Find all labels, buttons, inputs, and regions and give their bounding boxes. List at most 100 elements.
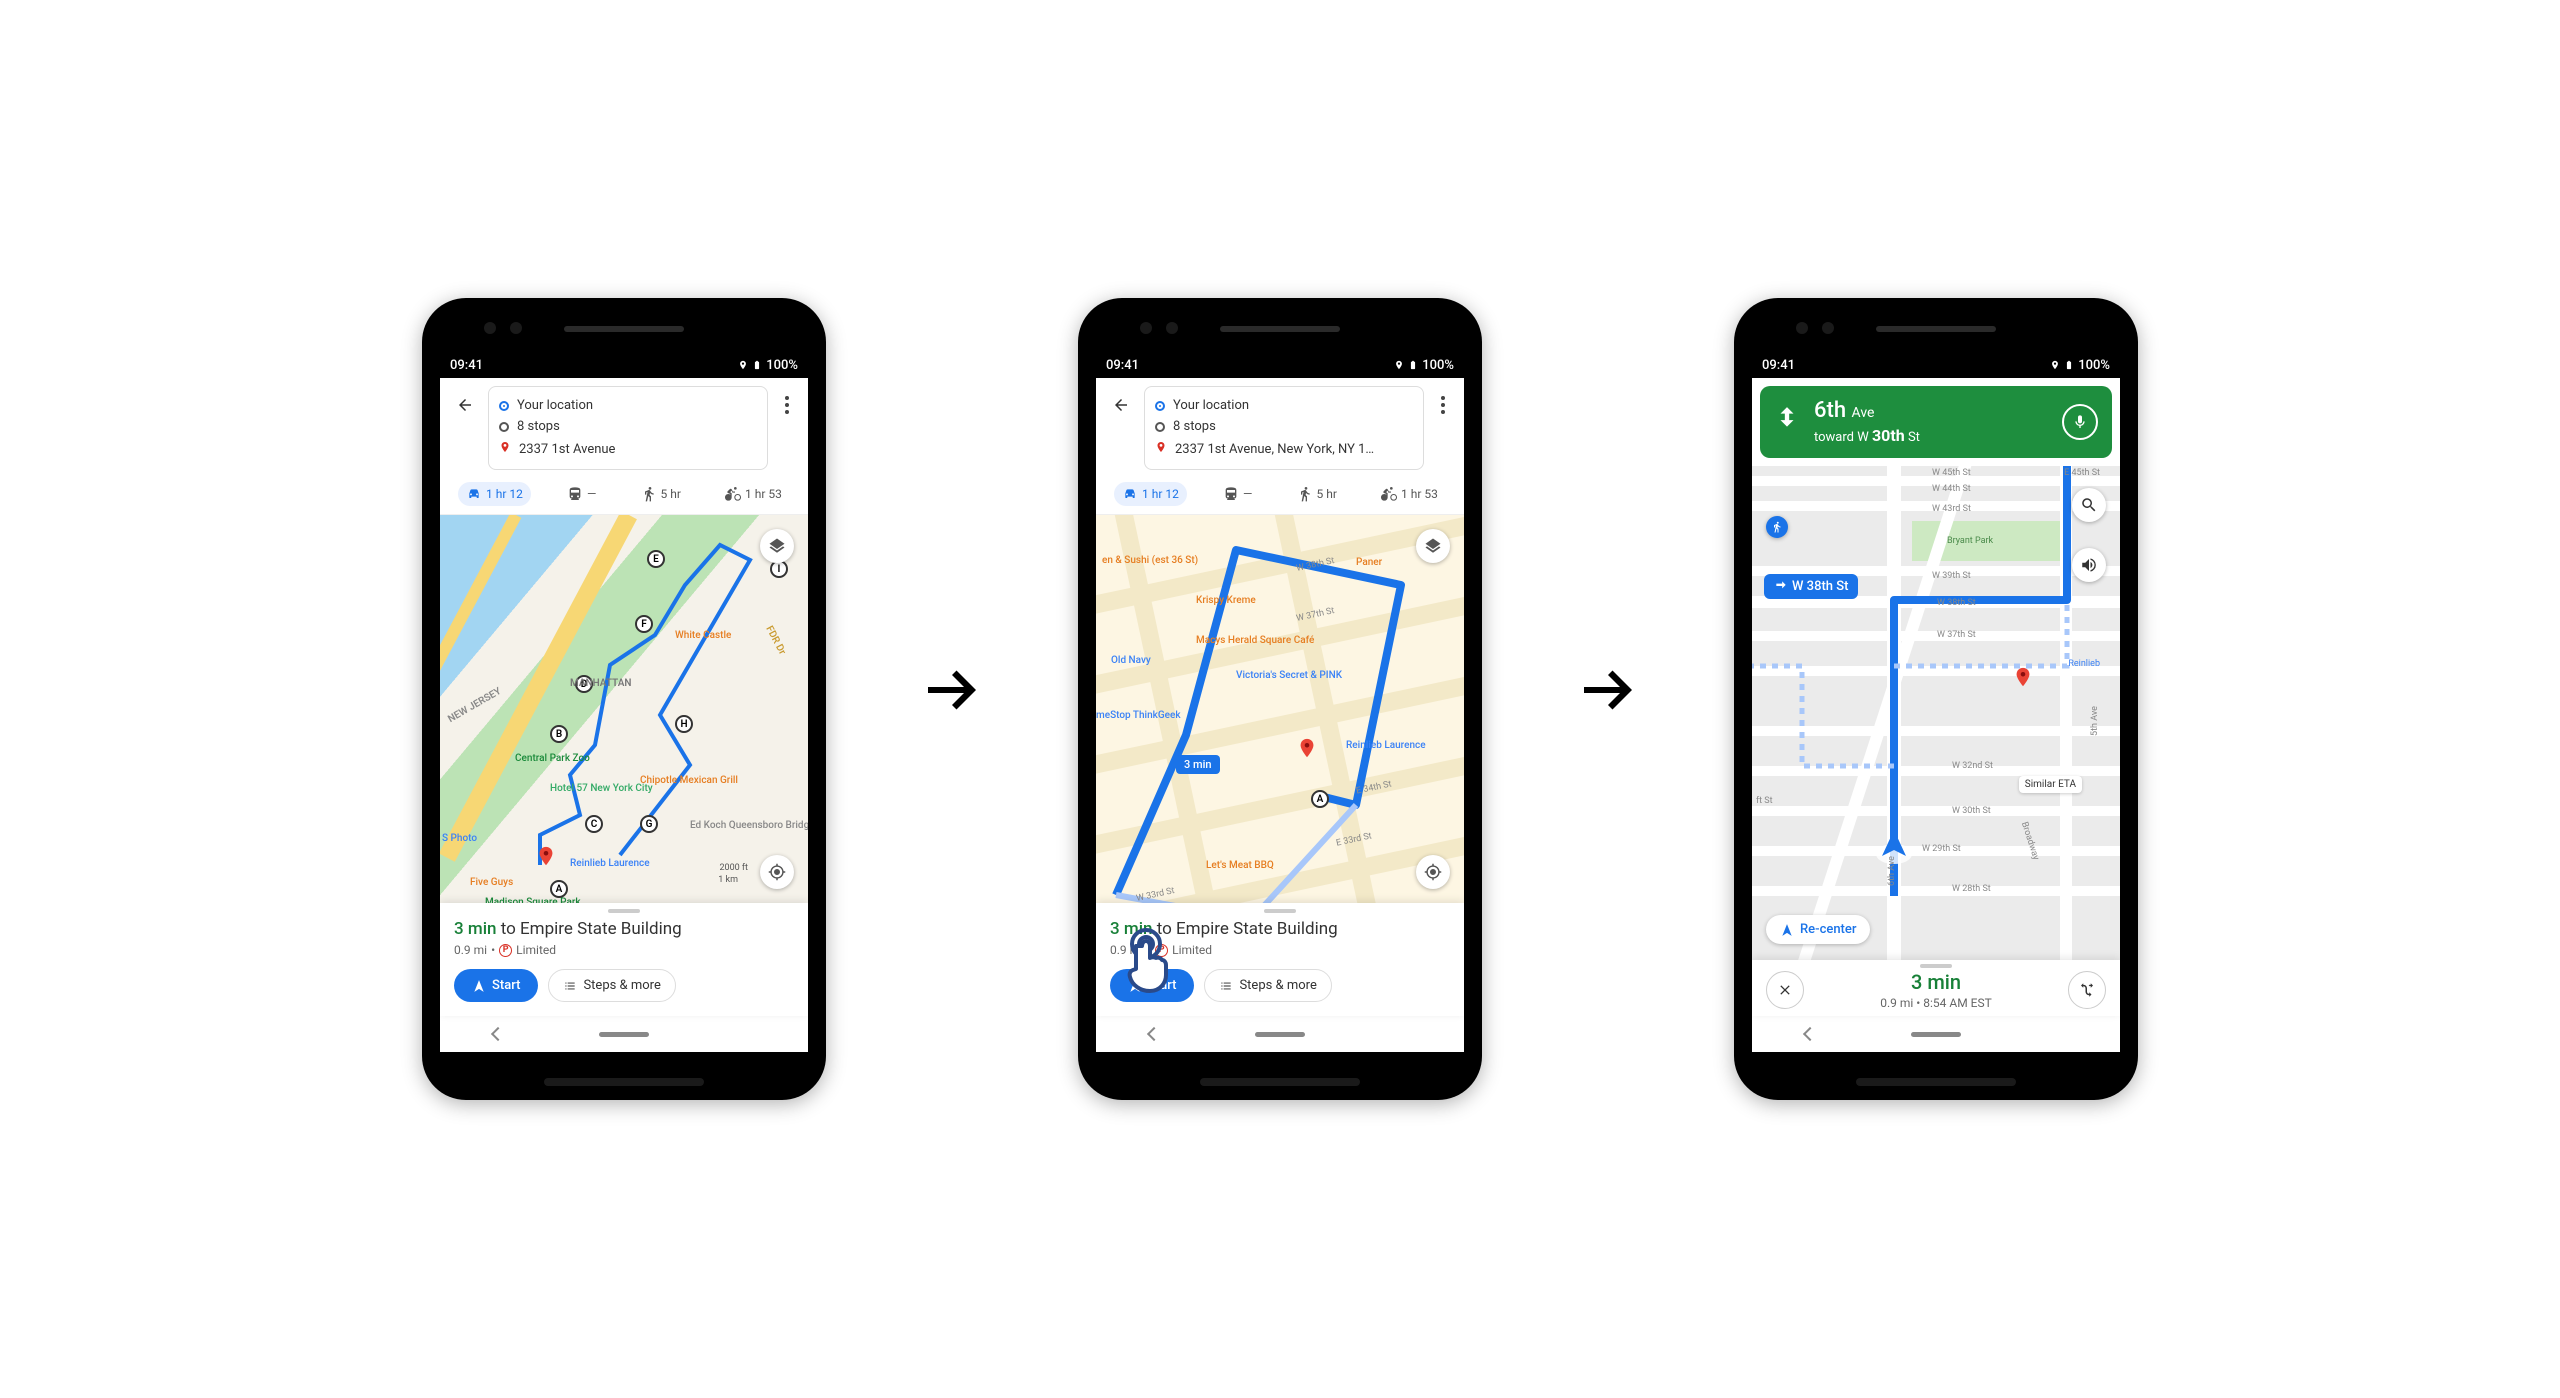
mode-transit[interactable]: — — [559, 482, 604, 506]
alt-route-badge[interactable]: Similar ETA — [2019, 776, 2082, 793]
back-button[interactable] — [1106, 390, 1136, 420]
start-button[interactable]: Start — [1110, 969, 1194, 1002]
destination-pin-icon — [499, 440, 511, 458]
nav-back-button[interactable] — [1803, 1027, 1817, 1041]
map-zoomed[interactable]: 3 min A en & Sushi (est 36 St) Krispy Kr… — [1096, 515, 1464, 903]
nav-home-button[interactable] — [1911, 1032, 1961, 1037]
nav-home-button[interactable] — [599, 1032, 649, 1037]
route-destination: 2337 1st Avenue — [519, 442, 615, 457]
street-w38: W 38th St — [1937, 598, 1976, 608]
poi-oldnavy: Old Navy — [1111, 655, 1151, 666]
mode-car[interactable]: 1 hr 12 — [1114, 482, 1187, 506]
start-button[interactable]: Start — [454, 969, 538, 1002]
poi-reinlieb: Reinlieb Laurence — [570, 858, 650, 869]
status-bar: 09:41 100% — [440, 352, 808, 378]
android-nav-bar — [1752, 1016, 2120, 1052]
status-battery: 100% — [2078, 358, 2110, 373]
layers-button[interactable] — [1416, 529, 1450, 563]
nav-toward-suffix: St — [1905, 430, 1920, 445]
origin-dot-icon — [1155, 401, 1165, 411]
mode-bike-label: 1 hr 53 — [745, 487, 782, 501]
mode-car[interactable]: 1 hr 12 — [458, 482, 531, 506]
route-origin: Your location — [1173, 398, 1249, 413]
directions-sheet[interactable]: 3 min to Empire State Building 0.9 mi•PL… — [440, 903, 808, 1016]
map-overview[interactable]: E I F D H B C G A MANHATTAN White Castle… — [440, 515, 808, 903]
audio-button[interactable] — [2072, 548, 2106, 582]
steps-button[interactable]: Steps & more — [1204, 969, 1331, 1002]
mode-transit[interactable]: — — [1215, 482, 1260, 506]
parking-icon: P — [499, 944, 512, 957]
mode-car-label: 1 hr 12 — [486, 487, 523, 501]
sheet-handle[interactable] — [1264, 909, 1296, 913]
my-location-button[interactable] — [1416, 855, 1450, 889]
scale-km: 1 km — [718, 875, 738, 885]
status-bar: 09:41 100% — [1752, 352, 2120, 378]
stops-dot-icon — [1155, 422, 1165, 432]
steps-button[interactable]: Steps & more — [548, 969, 675, 1002]
eta-time: 3 min — [1110, 919, 1153, 939]
poi-paner: Paner — [1356, 557, 1382, 568]
street-w30: W 30th St — [1952, 806, 1991, 816]
walk-mode-icon — [1766, 516, 1788, 538]
flow-arrow-2 — [1572, 654, 1644, 744]
map-navigation[interactable]: W 38th St Similar ETA W 45th St E 45th S… — [1752, 466, 2120, 960]
location-icon — [2050, 359, 2060, 371]
nav-direction-banner[interactable]: 6th Ave toward W 30th St — [1760, 386, 2112, 458]
sheet-handle[interactable] — [1920, 964, 1952, 968]
directions-sheet[interactable]: 3 min to Empire State Building 0.9 mi•PL… — [1096, 903, 1464, 1016]
poi-hotel: Hotel 57 New York City — [550, 783, 653, 794]
route-destination: 2337 1st Avenue, New York, NY 1… — [1175, 442, 1374, 457]
alt-routes-button[interactable] — [2068, 971, 2106, 1009]
overflow-menu-button[interactable] — [1432, 396, 1454, 414]
poi-reinlieb: Reinlieb Laurence — [1346, 740, 1426, 751]
route-card[interactable]: Your location 8 stops 2337 1st Avenue, N… — [1144, 386, 1424, 470]
travel-mode-row: 1 hr 12 — 5 hr 1 hr 53 — [440, 476, 808, 515]
mode-bike-label: 1 hr 53 — [1401, 487, 1438, 501]
poi-zoo: Central Park Zoo — [515, 753, 590, 764]
waypoint-g: G — [640, 815, 658, 833]
back-button[interactable] — [450, 390, 480, 420]
nav-toward-number: 30th — [1872, 426, 1905, 445]
my-location-button[interactable] — [760, 855, 794, 889]
route-stops: 8 stops — [1173, 419, 1216, 434]
mode-bike[interactable]: 1 hr 53 — [1373, 482, 1446, 506]
nav-back-button[interactable] — [1147, 1027, 1161, 1041]
district-label: MANHATTAN — [570, 678, 631, 689]
poi-chipotle: Chipotle Mexican Grill — [640, 775, 738, 786]
poi-gamestop: meStop ThinkGeek — [1096, 710, 1181, 721]
nav-toward-prefix: toward W — [1814, 430, 1872, 445]
nav-home-button[interactable] — [1255, 1032, 1305, 1037]
origin-dot-icon — [499, 401, 509, 411]
eta-distance: 0.9 mi — [1110, 943, 1143, 957]
status-time: 09:41 — [1106, 358, 1139, 373]
voice-button[interactable] — [2062, 404, 2098, 440]
sheet-handle[interactable] — [608, 909, 640, 913]
nav-street-number: 6th — [1814, 398, 1846, 423]
recenter-button[interactable]: Re-center — [1766, 915, 1870, 944]
nav-bottom-sheet[interactable]: 3 min 0.9 mi • 8:54 AM EST — [1752, 960, 2120, 1016]
mode-walk[interactable]: 5 hr — [1289, 482, 1345, 506]
start-button-label: Start — [492, 978, 520, 993]
mode-walk[interactable]: 5 hr — [633, 482, 689, 506]
route-card[interactable]: Your location 8 stops 2337 1st Avenue — [488, 386, 768, 470]
layers-button[interactable] — [760, 529, 794, 563]
waypoint-a: A — [550, 880, 568, 898]
eta-distance: 0.9 mi — [454, 943, 487, 957]
poi-koch: Ed Koch Queensboro Bridge — [690, 820, 808, 831]
waypoint-e: E — [647, 550, 665, 568]
search-button[interactable] — [2072, 488, 2106, 522]
phone-3: 09:41 100% 6th Ave toward W 30th St — [1734, 298, 2138, 1100]
waypoint-c: C — [585, 815, 603, 833]
street-w44: W 44th St — [1932, 484, 1971, 494]
overflow-menu-button[interactable] — [776, 396, 798, 414]
poi-vs: Victoria's Secret & PINK — [1236, 670, 1342, 681]
mode-bike[interactable]: 1 hr 53 — [717, 482, 790, 506]
android-nav-bar — [440, 1016, 808, 1052]
street-w28: W 28th St — [1952, 884, 1991, 894]
battery-icon — [752, 358, 762, 372]
nav-eta: 3 min — [1804, 970, 2068, 994]
location-icon — [738, 359, 748, 371]
nav-back-button[interactable] — [491, 1027, 505, 1041]
eta-destination: to Empire State Building — [497, 919, 682, 939]
exit-nav-button[interactable] — [1766, 971, 1804, 1009]
